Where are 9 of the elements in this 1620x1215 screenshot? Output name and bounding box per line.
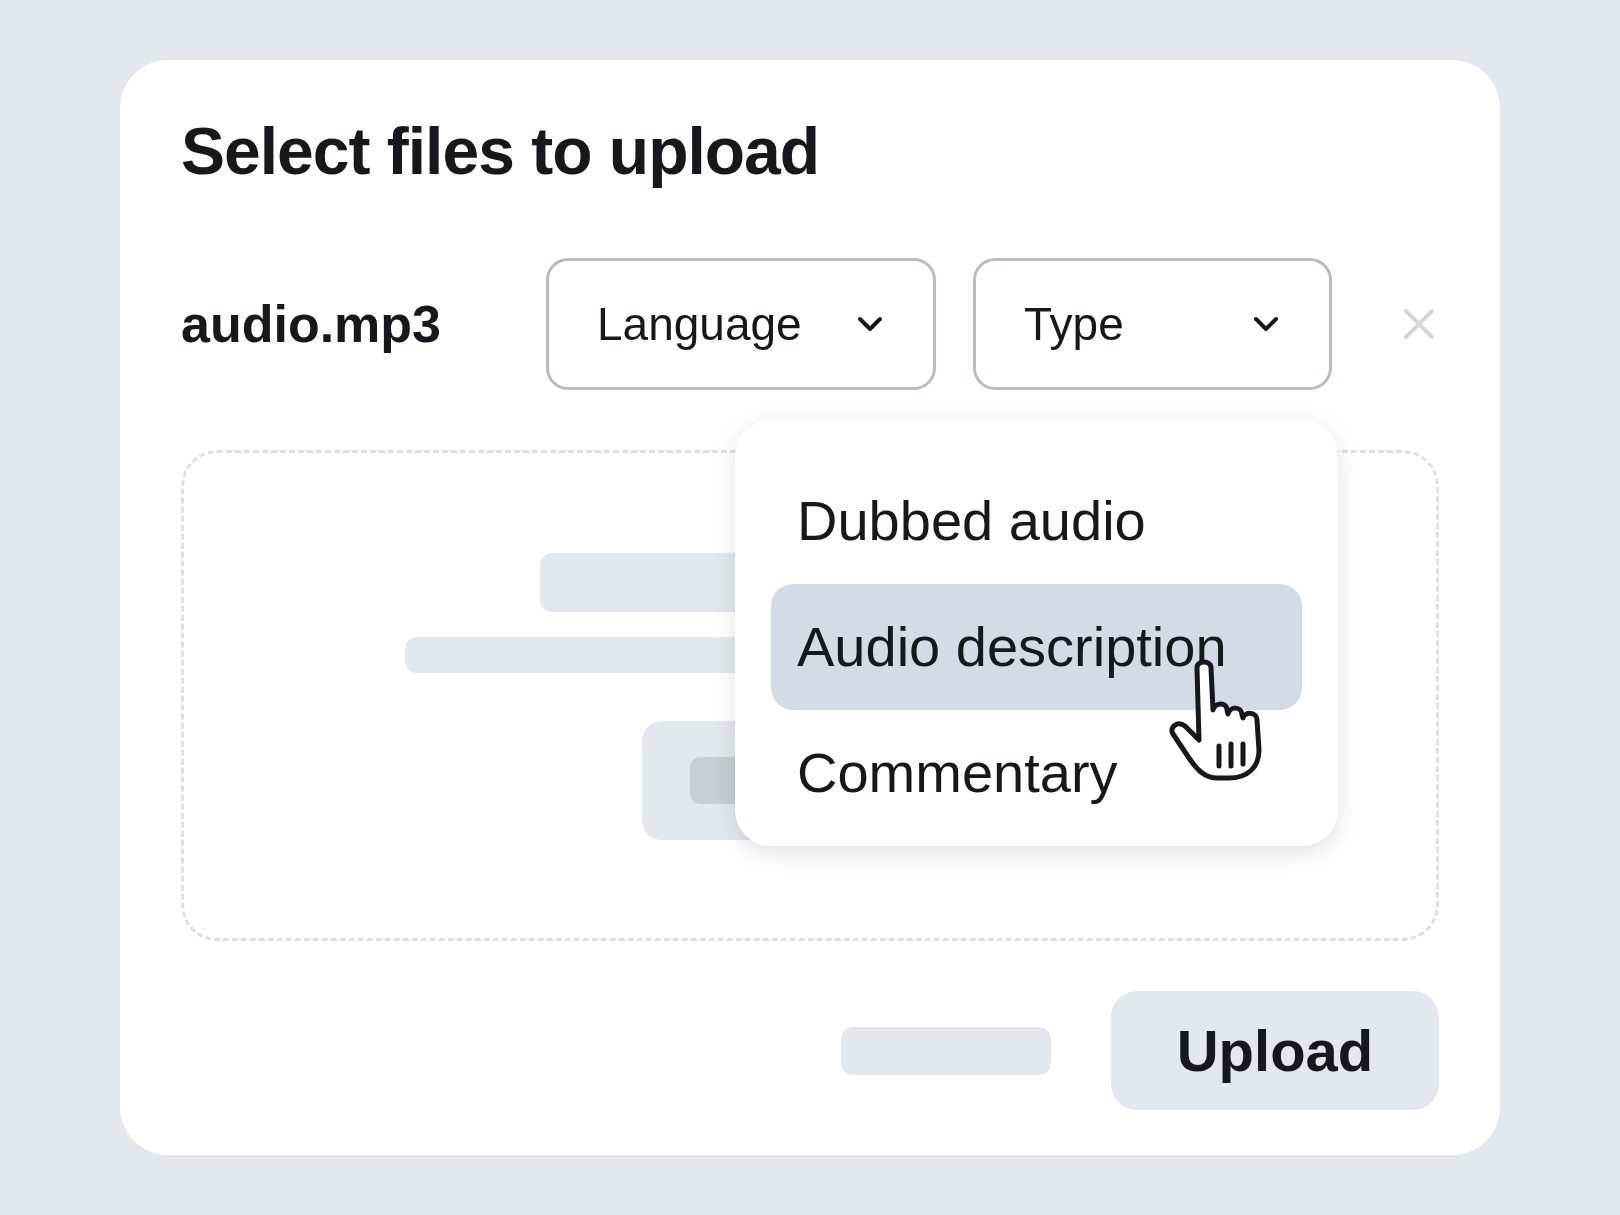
dropdown[interactable]: Language	[546, 258, 936, 390]
upload-button[interactable]: Upload	[1111, 991, 1439, 1110]
menu-item[interactable]: Dubbed audio	[771, 458, 1302, 584]
file-name: audio.mp3	[181, 294, 443, 355]
dropdown[interactable]: Type	[973, 258, 1332, 390]
menu-item[interactable]: Audio description	[771, 584, 1302, 710]
chevron-down-icon	[855, 314, 885, 334]
chevron-down-icon	[1251, 314, 1281, 334]
menu-item[interactable]: Commentary	[771, 710, 1302, 836]
